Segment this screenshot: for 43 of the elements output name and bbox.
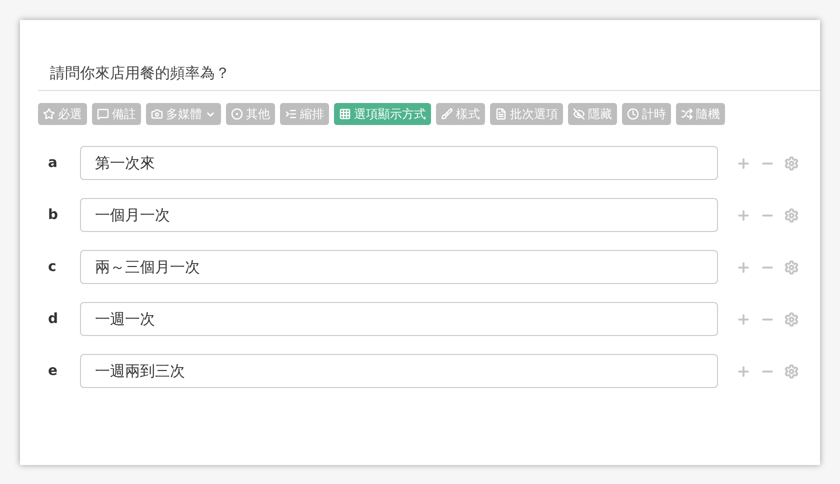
toolbar-button[interactable]: 選項顯示方式	[334, 103, 431, 125]
toolbar-button[interactable]: 備註	[92, 103, 141, 125]
option-input[interactable]: 兩～三個月一次	[80, 250, 718, 284]
toolbar-icon	[627, 108, 639, 120]
toolbar-button[interactable]: 批次選項	[490, 103, 563, 125]
toolbar-button[interactable]: 隨機	[676, 103, 725, 125]
toolbar-button[interactable]: 多媒體	[146, 103, 221, 125]
add-icon[interactable]	[736, 312, 751, 326]
toolbar-button[interactable]: 隱藏	[568, 103, 617, 125]
option-input[interactable]: 一週一次	[80, 302, 718, 336]
settings-icon[interactable]	[784, 364, 799, 378]
option-input[interactable]: 一週兩到三次	[80, 354, 718, 388]
toolbar-button[interactable]: 計時	[622, 103, 671, 125]
option-letter: b	[47, 207, 60, 223]
add-icon[interactable]	[736, 364, 751, 378]
option-letter: a	[47, 155, 58, 171]
toolbar-icon	[681, 108, 693, 120]
settings-icon[interactable]	[784, 208, 799, 222]
option-letter: e	[47, 363, 58, 379]
option-letter: d	[47, 311, 60, 327]
toolbar-button[interactable]: 縮排	[280, 103, 329, 125]
toolbar-button[interactable]: 其他	[226, 103, 275, 125]
toolbar-icon	[97, 108, 109, 120]
settings-icon[interactable]	[784, 156, 799, 170]
settings-icon[interactable]	[784, 312, 799, 326]
toolbar-icon	[231, 108, 243, 120]
question-title: 請問你來店用餐的頻率為？	[38, 64, 820, 91]
add-icon[interactable]	[736, 208, 751, 222]
add-icon[interactable]	[736, 156, 751, 170]
toolbar-icon	[43, 108, 55, 120]
toolbar-icon	[285, 108, 297, 120]
add-icon[interactable]	[736, 260, 751, 274]
option-letter: c	[47, 259, 58, 275]
toolbar-icon	[441, 108, 453, 120]
toolbar-icon	[339, 108, 351, 120]
option-input[interactable]: 第一次來	[80, 146, 718, 180]
toolbar-button[interactable]: 樣式	[436, 103, 485, 125]
toolbar-icon	[573, 108, 585, 120]
toolbar-icon	[495, 108, 507, 120]
settings-icon[interactable]	[784, 260, 799, 274]
option-input[interactable]: 一個月一次	[80, 198, 718, 232]
toolbar-icon	[151, 108, 163, 120]
toolbar-button[interactable]: 必選	[38, 103, 87, 125]
